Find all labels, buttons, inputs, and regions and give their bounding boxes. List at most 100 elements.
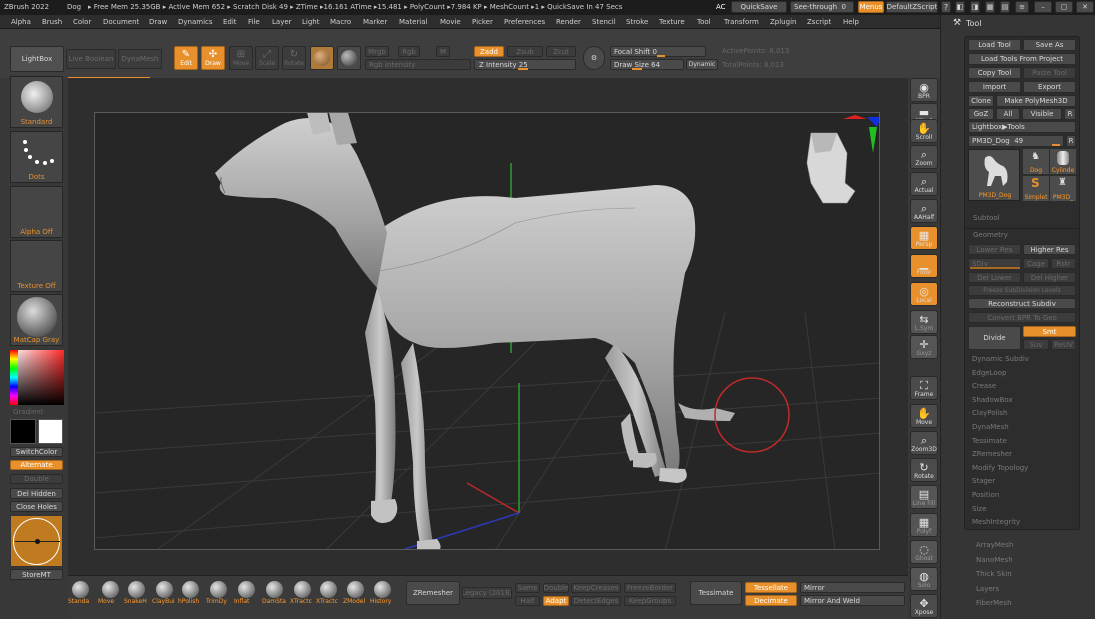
edit-button[interactable]: ✎ Edit	[174, 46, 198, 70]
brush-2-icon[interactable]	[128, 581, 145, 598]
shelf-gxyz-button[interactable]: ✛ Gxyz	[910, 335, 938, 359]
cage-button[interactable]: Cage	[1023, 258, 1049, 269]
clone-button[interactable]: Clone	[968, 95, 994, 107]
dynamesh-button[interactable]: DynaMesh	[118, 49, 162, 69]
tool-section-arraymesh[interactable]: ArrayMesh	[976, 541, 1013, 552]
menu-layer[interactable]: Layer	[272, 18, 292, 26]
brush-11-icon[interactable]	[374, 581, 391, 598]
tool-section-meshintegrity[interactable]: MeshIntegrity	[972, 518, 1020, 529]
menu-zplugin[interactable]: Zplugin	[770, 18, 796, 26]
thumb-pm3d-dog[interactable]: PM3D_Dog	[968, 149, 1020, 201]
geometry-section[interactable]: Geometry	[973, 231, 1008, 242]
import-button[interactable]: Import	[968, 81, 1021, 93]
brush-7-label[interactable]: DamSta	[262, 598, 286, 605]
menu-dynamics[interactable]: Dynamics	[178, 18, 213, 26]
see-through-slider[interactable]: See-through 0	[790, 1, 854, 13]
shelf-floor-button[interactable]: ▁ Floor	[910, 254, 938, 278]
brush-10-label[interactable]: ZModel	[343, 598, 365, 605]
rgb-intensity-slider[interactable]: Rgb Intensity	[365, 59, 471, 70]
alpha-slot[interactable]: Alpha Off	[10, 186, 63, 238]
del-higher-button[interactable]: Del Higher	[1023, 272, 1076, 283]
tool-section-thick-skin[interactable]: Thick Skin	[976, 570, 1012, 581]
menu-color[interactable]: Color	[73, 18, 91, 26]
goz-all-button[interactable]: All	[996, 108, 1020, 120]
menu-draw[interactable]: Draw	[149, 18, 167, 26]
menu-material[interactable]: Material	[399, 18, 427, 26]
tessellate-button[interactable]: Tessellate	[745, 582, 797, 593]
menu-alpha[interactable]: Alpha	[11, 18, 31, 26]
reuv-button[interactable]: ReUV	[1051, 339, 1076, 350]
menu-stroke[interactable]: Stroke	[626, 18, 648, 26]
rotate-mode-button[interactable]: ↻ Rotate	[282, 46, 306, 70]
m-button[interactable]: M	[436, 46, 450, 57]
detectedges-button[interactable]: DetectEdges	[571, 596, 621, 606]
menu-zscript[interactable]: Zscript	[807, 18, 831, 26]
scale-mode-button[interactable]: ⤢ Scale	[255, 46, 279, 70]
minimize-icon[interactable]: –	[1034, 1, 1052, 13]
tool-section-nanomesh[interactable]: NanoMesh	[976, 556, 1013, 567]
subtool-section[interactable]: Subtool	[973, 214, 1000, 225]
keepgroups-button[interactable]: KeepGroups	[624, 596, 676, 606]
convert-bpr-button[interactable]: Convert BPR To Geo	[968, 312, 1076, 323]
zcut-button[interactable]: Zcut	[546, 46, 576, 57]
shelf-zoom3d-button[interactable]: ⌕ Zoom3D	[910, 431, 938, 455]
close-holes-button[interactable]: Close Holes	[10, 501, 63, 512]
brush-8-label[interactable]: XTractc	[290, 598, 312, 605]
alternate-button[interactable]: Alternate	[10, 460, 63, 470]
lightbox-tools-button[interactable]: Lightbox▶Tools	[968, 121, 1076, 133]
shelf-bpr-button[interactable]: ◉ BPR	[910, 78, 938, 102]
shelf-scroll-button[interactable]: ✋ Scroll	[910, 119, 938, 143]
freeze-subdiv-button[interactable]: Freeze SubDivision Levels	[968, 285, 1076, 296]
goz-visible-button[interactable]: Visible	[1022, 108, 1062, 120]
shelf-aahalf-button[interactable]: ⌕ AAHalf	[910, 199, 938, 223]
tool-section-shadowbox[interactable]: ShadowBox	[972, 396, 1013, 407]
goz-button[interactable]: GoZ	[968, 108, 994, 120]
texture-slot[interactable]: Texture Off	[10, 240, 63, 292]
thumb-cylinder[interactable]: Cylinde	[1050, 149, 1076, 174]
tool-section-layers[interactable]: Layers	[976, 585, 999, 596]
brush-10-icon[interactable]	[347, 581, 364, 598]
palette2-icon[interactable]: ◨	[970, 1, 980, 13]
save-as-button[interactable]: Save As	[1023, 39, 1076, 51]
stroke-slot[interactable]: Dots	[10, 131, 63, 183]
brush-4-label[interactable]: hPolish	[178, 598, 199, 605]
copy-tool-button[interactable]: Copy Tool	[968, 67, 1021, 79]
stroke-pad[interactable]	[10, 515, 63, 567]
menu-icon[interactable]: ≡	[1015, 1, 1029, 13]
shelf-xpose-button[interactable]: ✥ Xpose	[910, 594, 938, 618]
brush-0-icon[interactable]	[72, 581, 89, 598]
tool-section-size[interactable]: Size	[972, 505, 986, 516]
export-button[interactable]: Export	[1023, 81, 1076, 93]
brush-slot[interactable]: Standard	[10, 76, 63, 128]
shelf-frame-button[interactable]: ⛶ Frame	[910, 376, 938, 400]
adapt-button[interactable]: Adapt	[543, 596, 569, 606]
brush-9-icon[interactable]	[320, 581, 337, 598]
shelf-polyf-button[interactable]: ▦ Polyf	[910, 513, 938, 537]
color-picker[interactable]	[10, 350, 64, 405]
secondary-color-swatch[interactable]	[38, 419, 63, 444]
menu-brush[interactable]: Brush	[42, 18, 62, 26]
live-boolean-button[interactable]: Live Boolean	[66, 49, 116, 69]
shelf-ghost-button[interactable]: ◌ Ghost	[910, 540, 938, 564]
close-icon[interactable]: ✕	[1076, 1, 1094, 13]
primary-color-swatch[interactable]	[10, 419, 36, 444]
menu-document[interactable]: Document	[103, 18, 139, 26]
tool-section-crease[interactable]: Crease	[972, 382, 996, 393]
del-lower-button[interactable]: Del Lower	[968, 272, 1021, 283]
brush-2-label[interactable]: SnakeH	[124, 598, 147, 605]
lightbox-button[interactable]: LightBox	[10, 46, 64, 72]
thumb-pm3d-2[interactable]: ♜ PM3D_	[1050, 176, 1076, 201]
brush-0-label[interactable]: Standa	[68, 598, 89, 605]
tool-section-dynamic-subdiv[interactable]: Dynamic Subdiv	[972, 355, 1029, 366]
brush-4-icon[interactable]	[182, 581, 199, 598]
brush-5-label[interactable]: TrimDy	[206, 598, 227, 605]
mirror-button[interactable]: Mirror	[800, 582, 905, 593]
zr-double-button[interactable]: Double	[543, 583, 569, 593]
tool-section-modify-topology[interactable]: Modify Topology	[972, 464, 1028, 475]
shelf-rotate-button[interactable]: ↻ Rotate	[910, 458, 938, 482]
mirror-and-weld-button[interactable]: Mirror And Weld	[800, 595, 905, 606]
keepcreases-button[interactable]: KeepCreases	[571, 583, 621, 593]
menu-edit[interactable]: Edit	[223, 18, 237, 26]
zsub-button[interactable]: Zsub	[507, 46, 543, 57]
menu-help[interactable]: Help	[843, 18, 859, 26]
